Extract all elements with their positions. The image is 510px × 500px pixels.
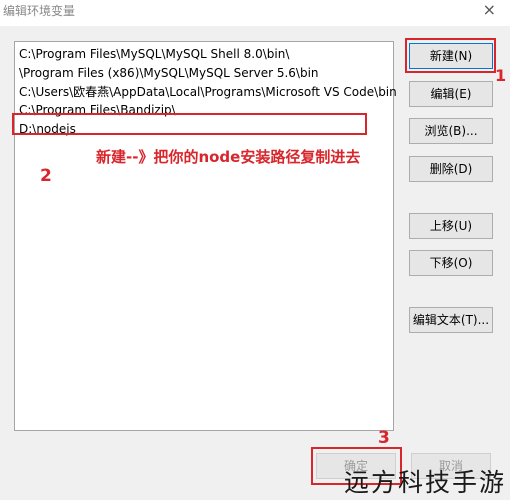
instruction-annotation: 新建--》把你的node安装路径复制进去 xyxy=(96,148,361,166)
close-icon[interactable]: × xyxy=(483,0,496,19)
window-title: 编辑环境变量 xyxy=(3,4,76,18)
edit-text-button[interactable]: 编辑文本(T)... xyxy=(409,307,493,333)
edit-button[interactable]: 编辑(E) xyxy=(409,81,493,107)
list-item[interactable]: \Program Files (x86)\MySQL\MySQL Server … xyxy=(19,64,319,82)
list-item[interactable]: C:\Users\欧春燕\AppData\Local\Programs\Micr… xyxy=(19,83,397,101)
move-up-button[interactable]: 上移(U) xyxy=(409,213,493,239)
browse-button[interactable]: 浏览(B)... xyxy=(409,118,493,144)
list-item[interactable]: C:\Program Files\MySQL\MySQL Shell 8.0\b… xyxy=(19,45,289,63)
step-2-label: 2 xyxy=(40,166,52,186)
list-item-nodejs[interactable]: D:\nodejs xyxy=(19,120,76,138)
path-list[interactable]: C:\Program Files\MySQL\MySQL Shell 8.0\b… xyxy=(14,41,397,431)
list-item[interactable]: C:\Program Files\Bandizip\ xyxy=(19,101,176,119)
title-bar: 编辑环境变量 × xyxy=(0,0,510,26)
new-button[interactable]: 新建(N) xyxy=(409,43,493,69)
move-down-button[interactable]: 下移(O) xyxy=(409,250,493,276)
site-watermark: 远方科技手游 xyxy=(343,468,506,497)
step-1-label: 1 xyxy=(495,66,507,85)
step-3-label: 3 xyxy=(378,428,390,448)
delete-button[interactable]: 删除(D) xyxy=(409,156,493,182)
